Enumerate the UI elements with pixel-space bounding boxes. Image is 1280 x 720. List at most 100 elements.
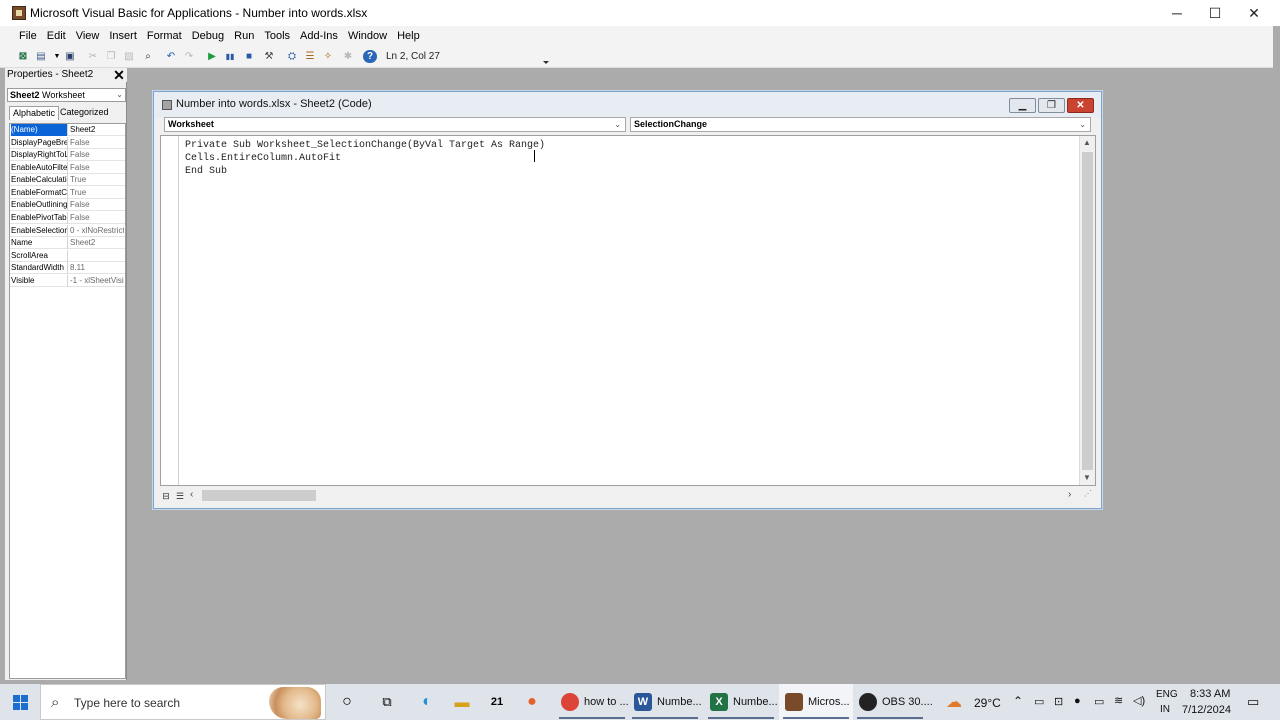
properties-close-icon[interactable]: ✕ xyxy=(112,68,126,82)
task-excel[interactable]: X Numbe... xyxy=(704,684,778,720)
procedure-combo[interactable]: SelectionChange ⌄ xyxy=(630,117,1091,132)
properties-window-icon[interactable]: ☰ xyxy=(303,50,317,63)
menu-file[interactable]: File xyxy=(19,30,37,42)
property-value[interactable]: False xyxy=(70,212,124,224)
property-row[interactable]: (Name) Sheet2 xyxy=(10,124,125,136)
volume-icon[interactable]: ◁) xyxy=(1133,694,1145,707)
property-row[interactable]: ScrollArea xyxy=(10,250,125,262)
resize-grip-icon[interactable]: ⋰ xyxy=(1084,489,1092,498)
minimize-button[interactable]: ─ xyxy=(1157,0,1197,26)
task-vba[interactable]: Micros... xyxy=(779,684,853,720)
run-icon[interactable]: ▶ xyxy=(205,50,219,63)
property-value[interactable]: 0 - xlNoRestrictions xyxy=(70,225,124,237)
show-hidden-icons-icon[interactable]: ⌃ xyxy=(1013,694,1023,708)
copy-icon[interactable]: ❐ xyxy=(104,50,118,63)
menu-window[interactable]: Window xyxy=(348,30,387,42)
weather-icon[interactable]: ☁ xyxy=(946,692,962,712)
property-row[interactable]: Name Sheet2 xyxy=(10,237,125,249)
microphone-icon[interactable]: ● xyxy=(1074,695,1081,707)
paste-icon[interactable]: ▨ xyxy=(122,50,136,63)
scroll-up-icon[interactable]: ▲ xyxy=(1083,138,1091,147)
property-row[interactable]: DisplayRightToLeftFalse xyxy=(10,149,125,161)
start-button[interactable] xyxy=(0,684,40,720)
full-module-view-icon[interactable]: ☰ xyxy=(174,490,186,502)
code-restore-button[interactable]: ❐ xyxy=(1038,98,1065,113)
menu-run[interactable]: Run xyxy=(234,30,254,42)
property-row[interactable]: EnableSelection0 - xlNoRestrictions xyxy=(10,225,125,237)
clock-time[interactable]: 8:33 AM xyxy=(1190,688,1230,700)
redo-icon[interactable]: ↷ xyxy=(182,50,196,63)
object-browser-icon[interactable]: ✧ xyxy=(321,50,335,63)
cut-icon[interactable]: ✂ xyxy=(86,50,100,63)
file-explorer-icon[interactable]: ▬ xyxy=(452,692,472,712)
property-row[interactable]: EnablePivotTable False xyxy=(10,212,125,224)
input-region[interactable]: IN xyxy=(1160,704,1170,715)
task-word[interactable]: W Numbe... xyxy=(628,684,702,720)
menu-tools[interactable]: Tools xyxy=(264,30,290,42)
notifications-icon[interactable]: ▭ xyxy=(1247,694,1259,710)
weather-temperature[interactable]: 29°C xyxy=(974,696,1001,710)
task-chrome[interactable]: how to ... xyxy=(555,684,629,720)
property-row[interactable]: EnableAutoFilter False xyxy=(10,162,125,174)
menu-debug[interactable]: Debug xyxy=(192,30,224,42)
menu-add-ins[interactable]: Add-Ins xyxy=(300,30,338,42)
task-obs[interactable]: OBS 30.... xyxy=(853,684,933,720)
property-value[interactable]: False xyxy=(70,137,124,149)
property-value[interactable]: 8.11 xyxy=(70,262,124,274)
vertical-scrollbar[interactable]: ▲ ▼ xyxy=(1079,136,1095,485)
menu-edit[interactable]: Edit xyxy=(47,30,66,42)
property-value[interactable]: False xyxy=(70,162,124,174)
property-value[interactable]: True xyxy=(70,187,124,199)
toolbox-icon[interactable]: ✱ xyxy=(341,50,355,63)
insert-dropdown-icon[interactable]: ▼ xyxy=(50,50,64,63)
close-button[interactable]: ✕ xyxy=(1234,0,1274,26)
tab-alphabetic[interactable]: Alphabetic xyxy=(9,106,60,120)
undo-icon[interactable]: ↶ xyxy=(164,50,178,63)
menu-view[interactable]: View xyxy=(76,30,100,42)
property-row[interactable]: EnableCalculationTrue xyxy=(10,174,125,186)
meet-now-icon[interactable]: ▭ xyxy=(1034,695,1044,708)
taskbar-search[interactable]: ⌕ Type here to search xyxy=(40,684,326,720)
property-value[interactable]: Sheet2 xyxy=(70,124,124,136)
find-icon[interactable]: ⌕ xyxy=(141,50,155,63)
property-row[interactable]: DisplayPageBreaksFalse xyxy=(10,137,125,149)
code-text[interactable]: Private Sub Worksheet_SelectionChange(By… xyxy=(185,139,545,178)
vertical-scroll-thumb[interactable] xyxy=(1082,152,1093,470)
scroll-down-icon[interactable]: ▼ xyxy=(1083,473,1091,482)
scroll-right-icon[interactable]: › xyxy=(1068,489,1071,500)
clock-date[interactable]: 7/12/2024 xyxy=(1182,704,1231,716)
property-value[interactable]: -1 - xlSheetVisible xyxy=(70,275,124,287)
property-value[interactable]: False xyxy=(70,199,124,211)
scroll-left-icon[interactable]: ‹ xyxy=(190,489,193,500)
property-value[interactable]: Sheet2 xyxy=(70,237,124,249)
code-close-button[interactable]: ✕ xyxy=(1067,98,1094,113)
menu-format[interactable]: Format xyxy=(147,30,182,42)
code-minimize-button[interactable]: ▁ xyxy=(1009,98,1036,113)
save-icon[interactable]: ▣ xyxy=(63,50,77,63)
design-mode-icon[interactable]: ⚒ xyxy=(262,50,276,63)
input-language[interactable]: ENG xyxy=(1156,689,1178,700)
property-value[interactable] xyxy=(70,250,124,262)
property-row[interactable]: Visible-1 - xlSheetVisible xyxy=(10,275,125,287)
procedure-view-icon[interactable]: ⊟ xyxy=(160,490,172,502)
help-icon[interactable]: ? xyxy=(363,50,377,63)
menu-insert[interactable]: Insert xyxy=(109,30,137,42)
property-row[interactable]: EnableOutlining False xyxy=(10,199,125,211)
search-highlight-shell-icon[interactable] xyxy=(269,687,321,719)
task-view-icon[interactable]: ⧉ xyxy=(377,692,397,712)
battery-icon[interactable]: ▭ xyxy=(1094,695,1104,708)
insert-module-icon[interactable]: ▤ xyxy=(34,50,48,63)
property-value[interactable]: True xyxy=(70,174,124,186)
wifi-icon[interactable]: ≋ xyxy=(1114,694,1123,707)
tab-categorized[interactable]: Categorized xyxy=(57,106,112,120)
project-explorer-icon[interactable]: ⛭ xyxy=(285,50,299,63)
firefox-icon[interactable]: ● xyxy=(522,692,542,712)
calendar-app-icon[interactable]: 21 xyxy=(487,692,507,712)
properties-object-select[interactable]: Sheet2 Worksheet ⌄ xyxy=(7,88,126,102)
margin-indicator-bar[interactable] xyxy=(161,136,179,485)
cortana-icon[interactable]: ○ xyxy=(337,692,357,712)
property-row[interactable]: EnableFormatConditionsCalculationTrue xyxy=(10,187,125,199)
break-icon[interactable]: ▮▮ xyxy=(223,50,237,63)
camera-icon[interactable]: ⊡ xyxy=(1054,695,1063,708)
object-combo[interactable]: Worksheet ⌄ xyxy=(164,117,626,132)
